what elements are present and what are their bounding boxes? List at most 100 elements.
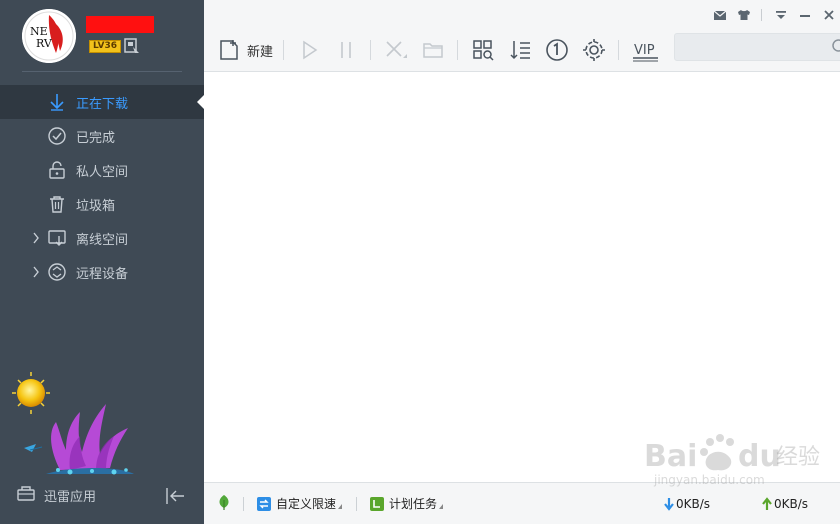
leaf-button[interactable]	[217, 494, 231, 513]
mail-icon	[713, 10, 727, 20]
upload-speed-icon	[762, 497, 772, 510]
start-button[interactable]	[296, 37, 322, 63]
leaf-icon	[219, 495, 229, 510]
speed-limit-icon	[257, 496, 271, 511]
grid-view-icon	[473, 40, 494, 61]
single-task-button[interactable]	[544, 37, 570, 63]
chevron-right-icon[interactable]	[32, 266, 40, 278]
username-redacted	[86, 16, 154, 33]
coral-sun-icon	[12, 372, 134, 475]
number-one-circle-icon	[546, 39, 568, 61]
status-divider	[356, 496, 358, 511]
toolbar-divider	[457, 40, 459, 60]
vip-button[interactable]: VIP	[631, 37, 661, 63]
dropdown-arrow-icon	[338, 504, 343, 509]
upload-speed-value: 0KB/s	[774, 497, 809, 511]
sidebar-item-offline-space[interactable]: 离线空间	[0, 221, 204, 255]
collapse-left-icon	[166, 488, 184, 504]
minimize-button[interactable]	[794, 5, 816, 25]
chevron-right-icon[interactable]	[32, 232, 40, 244]
avatar[interactable]: NE RV	[22, 9, 76, 63]
sidebar-item-label: 垃圾箱	[76, 198, 116, 214]
status-bar: 自定义限速 计划任务 0KB/s 0KB/s	[204, 482, 840, 524]
sort-button[interactable]	[507, 37, 533, 63]
menu-down-icon	[776, 11, 786, 19]
toolbar-divider	[283, 40, 285, 60]
delete-x-icon	[386, 41, 408, 58]
search-icon[interactable]	[831, 38, 840, 60]
sidebar-divider	[22, 71, 182, 72]
download-arrow-icon	[47, 92, 67, 112]
vip-label: VIP	[634, 43, 655, 58]
sidebar-item-private-space[interactable]: 私人空间	[0, 153, 204, 187]
tshirt-icon	[738, 10, 750, 20]
download-speed: 0KB/s	[662, 497, 710, 511]
decoration-illustration	[10, 370, 150, 480]
trash-icon	[47, 194, 67, 214]
pause-icon	[341, 42, 351, 58]
skin-button[interactable]	[733, 5, 755, 25]
play-icon	[303, 40, 318, 60]
search-input[interactable]	[675, 34, 825, 60]
speed-limit-button[interactable]: 自定义限速	[256, 495, 343, 512]
download-speed-value: 0KB/s	[676, 497, 711, 511]
toolbar: 新建 VIP	[218, 36, 672, 64]
window-controls-divider	[761, 9, 762, 21]
sidebar-item-completed[interactable]: 已完成	[0, 119, 204, 153]
sidebar-item-label: 离线空间	[76, 232, 129, 248]
view-mode-button[interactable]	[470, 37, 496, 63]
speed-limit-label: 自定义限速	[276, 497, 337, 511]
mail-button[interactable]	[709, 5, 731, 25]
sidebar-item-downloading[interactable]: 正在下载	[0, 85, 204, 119]
delete-button[interactable]	[383, 37, 409, 63]
toolbar-divider	[618, 40, 620, 60]
collapse-sidebar-button[interactable]	[164, 485, 188, 507]
dropdown-arrow-icon	[439, 504, 444, 509]
schedule-label: 计划任务	[389, 497, 438, 511]
window-controls	[707, 5, 840, 25]
scheduled-tasks-button[interactable]: 计划任务	[369, 495, 444, 512]
sidebar-item-trash[interactable]: 垃圾箱	[0, 187, 204, 221]
apps-entry[interactable]: 迅雷应用	[16, 484, 96, 506]
status-divider	[243, 496, 244, 511]
svg-text:RV: RV	[36, 37, 53, 50]
sidebar-item-label: 正在下载	[76, 96, 129, 112]
cloud-download-icon	[47, 228, 67, 248]
open-folder-button[interactable]	[420, 37, 446, 63]
folder-icon	[423, 43, 443, 58]
task-list-area[interactable]	[204, 72, 840, 482]
vip-icon: VIP	[633, 43, 659, 62]
settings-button[interactable]	[581, 37, 607, 63]
check-circle-icon	[47, 126, 67, 146]
toolbar-divider	[370, 40, 372, 60]
gear-icon	[583, 39, 606, 61]
medal-icon[interactable]	[123, 38, 141, 54]
search-box[interactable]	[674, 33, 840, 61]
new-task-label: 新建	[247, 44, 274, 60]
download-speed-icon	[664, 498, 674, 511]
sidebar-item-label: 已完成	[76, 130, 116, 146]
upload-speed: 0KB/s	[760, 497, 808, 511]
apps-icon	[16, 484, 36, 506]
pause-button[interactable]	[333, 37, 359, 63]
schedule-icon	[370, 496, 385, 511]
sidebar-nav: 正在下载 已完成 私人空间 垃圾箱 离线空间 远程设备	[0, 85, 204, 289]
lock-icon	[47, 160, 67, 180]
sort-list-icon	[510, 41, 531, 60]
apps-label: 迅雷应用	[44, 489, 97, 505]
menu-button[interactable]	[770, 5, 792, 25]
close-icon	[824, 10, 834, 20]
sidebar-item-remote-device[interactable]: 远程设备	[0, 255, 204, 289]
remote-device-icon	[47, 262, 67, 282]
sidebar: NE RV LV36 正在下载 已完成 私人空间 垃圾箱 离线空间 远程设备 迅…	[0, 0, 204, 524]
top-bar: 新建 VIP	[204, 0, 840, 72]
minimize-icon	[800, 15, 810, 17]
sidebar-item-label: 私人空间	[76, 164, 129, 180]
nerv-logo-icon: NE RV	[22, 9, 76, 63]
sidebar-item-label: 远程设备	[76, 266, 129, 282]
new-task-button[interactable]: 新建	[218, 39, 273, 61]
close-button[interactable]	[818, 5, 840, 25]
active-indicator	[197, 95, 204, 109]
new-file-icon	[220, 40, 238, 60]
level-badge: LV36	[89, 40, 121, 53]
